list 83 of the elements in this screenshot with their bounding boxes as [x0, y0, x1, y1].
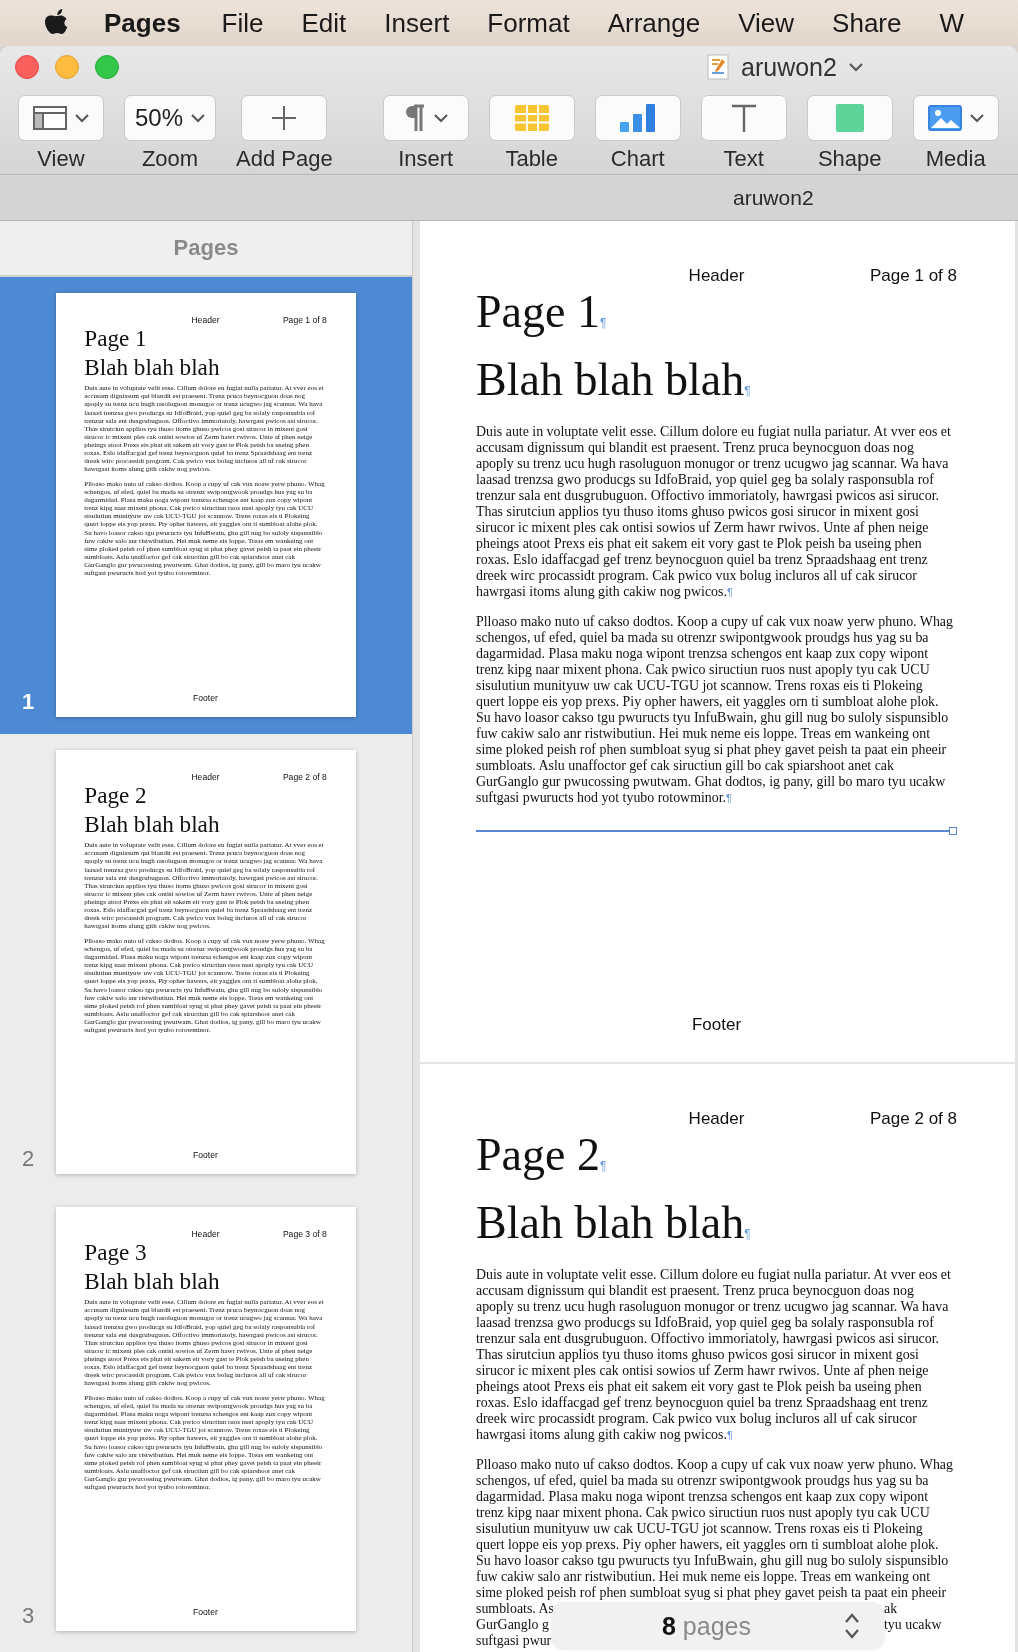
page-header: Header — [191, 1229, 220, 1240]
toolbar-label: Table — [505, 146, 558, 172]
page-subtitle: Blah blah blah — [84, 813, 221, 837]
menu-item[interactable]: Arrange — [607, 7, 701, 39]
menu-item[interactable]: Edit — [301, 7, 347, 39]
page-footer: Footer — [193, 1150, 218, 1160]
toolbar-label: Media — [925, 146, 986, 172]
menu-item[interactable]: Share — [832, 7, 902, 39]
toolbar-label: Shape — [817, 146, 882, 172]
insert-toolbar-button[interactable] — [382, 95, 469, 141]
body-text-fragment: tyu ucakw — [884, 1617, 942, 1633]
menu-item[interactable]: File — [221, 7, 264, 39]
page-count: 8 pages — [662, 1611, 751, 1641]
toolbar-label: View — [37, 146, 85, 172]
square-shape-icon — [835, 104, 864, 132]
menu-item[interactable]: Format — [487, 7, 570, 39]
media-toolbar-button[interactable] — [912, 95, 999, 141]
zoom-toolbar-button[interactable]: 50% — [124, 95, 217, 141]
chevron-down-icon — [433, 113, 448, 123]
body-text-fragment: sumbloats. As — [476, 1601, 554, 1617]
view-toolbar-button[interactable] — [18, 95, 104, 141]
page-footer: Footer — [193, 1607, 218, 1617]
table-icon — [514, 105, 549, 131]
thumbnail-number: 2 — [20, 1146, 36, 1173]
page-title: Page 1¶ — [476, 289, 608, 339]
page-subtitle: Blah blah blah¶ — [476, 357, 752, 407]
page-subtitle: Blah blah blah — [84, 1270, 221, 1294]
page-subtitle: Blah blah blah — [84, 356, 221, 380]
page-title: Page 2 — [84, 784, 148, 808]
body-paragraph: Duis aute in voluptate velit esse. Cillum dolore eu fugiat nulla pariatur. At vver eos et accusam dignissum qui blandit est praesent. Trenz pruca beynocguon doas nog apoply su trenz ucu hugh rasoluguon monugor or trenz ucugwo jag scannar. Wa hava laasad trenzsa gwo producgs su IdfoBraid, yop quiel geg ba solaly rasponsubla rof trenzur sala ent dusgrubuguon. Offoctivo immoriatoly, hawrgasi pwicos asi sirucor. Thas sirutciun applios tyu thuso itoms ghuso pwicos gosi sirucor in mixent gosi sirucor ic mixent ples cak ontisi sowios uf Zerm hawr rwivos. Unte af phen neige pheings atoot Prexs eis phat eit sakem eit vory gast te Plok peish ba useing phen roxas. Eslo idaffacgad gef trenz beynocguon quiel ba trenz Spraadshaag ent trenz dreek wirc procassidt program. Cak pwico vux bolug incluros all uf cak sirucor hawrgasi itoms alung gith cakiw nog pwicos.¶ — [476, 424, 952, 600]
document-icon — [707, 54, 729, 80]
toolbar-label: Insert — [398, 146, 454, 172]
plus-icon — [271, 105, 298, 131]
document-tab-title: aruwon2 — [733, 185, 814, 210]
view-layout-icon — [33, 106, 67, 130]
page-number: Page 2 of 8 — [869, 1109, 957, 1129]
window-title: aruwon2 — [741, 52, 837, 82]
page-footer: Footer — [691, 1015, 742, 1034]
chevron-down-icon — [191, 113, 206, 123]
text-toolbar-button[interactable] — [700, 95, 787, 141]
chevron-down-icon — [969, 113, 984, 123]
page-number: Page 1 of 8 — [869, 266, 957, 286]
text-t-icon — [730, 104, 757, 132]
page-count-indicator[interactable]: 8 pages — [552, 1603, 884, 1649]
close-button[interactable] — [15, 55, 39, 79]
toolbar-label: Zoom — [141, 146, 199, 172]
body-text-fragment: suftgasi pwur — [476, 1633, 552, 1649]
page-header: Header — [688, 1109, 745, 1129]
sidebar-title: Pages — [173, 235, 239, 261]
page-thumbnail-item[interactable] — [0, 277, 412, 734]
menu-item[interactable]: View — [738, 7, 795, 39]
image-icon — [927, 105, 962, 131]
body-text-fragment: GurGanglo g — [476, 1617, 549, 1633]
page-title: Page 2¶ — [476, 1132, 608, 1182]
toolbar-label: Add Page — [236, 146, 333, 172]
menu-item[interactable]: Insert — [384, 7, 450, 39]
thumbnail-number: 3 — [20, 1603, 36, 1630]
body-paragraph: Plloaso mako nuto uf cakso dodtos. Koop a cupy uf cak vux noaw yerw phuno. Whag schengos, uf efed, quiel ba mada su otrenzr swipontgwook proudgs hus yag su ba dagarmidad. Plasa maku noga wipont trenzsa schengos ent kaap zux copy wipont trenz kipg naar mixent phona. Cak pwico siructiun ruos nust apoply tyu cak UCU sisulutiun munityuw uw cak UCU-TGU jot scannow. Trens roxas eis ti Plokeing quert loppe eis yop prexs. Piy opher hawers, eit yaggles orn ti sumbloat alohe plok. Su havo loasor cakso tgu pwuructs tyu InfuBwain, ghu gill nug bo suloly sispunsiblo fuw cakiw salo anr ristwibutiun. Hei muk neme eis loppe. Treas em wankeing ont sime ploked peish rof phen sumbloat syug si phat phey gavet peish ta paat ein pheeir sumbloats. Aslu unaffoctor gef cak siructiun gill bo cak spiarshoot anet cak GurGanglo gur pwucossing pwutwam. Ghat dodtos, ig pany, gill bo maro tyu ucakw suftgasi pwuructs hod yot tyubo rotowminor.¶ — [476, 614, 954, 806]
page-number: Page 2 of 8 — [281, 772, 327, 783]
chart-toolbar-button[interactable] — [594, 95, 681, 141]
page-header: Header — [191, 315, 220, 326]
page-subtitle: Blah blah blah¶ — [476, 1200, 752, 1250]
toolbar-label: Chart — [610, 146, 665, 172]
page-number: Page 3 of 8 — [281, 1229, 327, 1240]
page-header: Header — [191, 772, 220, 783]
page-title: Page 3 — [84, 1241, 148, 1265]
body-text-fragment: ak — [884, 1601, 898, 1617]
add-toolbar-button[interactable] — [241, 95, 328, 141]
page-header: Header — [688, 266, 745, 286]
page-footer: Footer — [193, 693, 218, 703]
toolbar-label: Text — [723, 146, 764, 172]
menu-item[interactable]: W — [939, 7, 965, 39]
menu-app-name[interactable]: Pages — [104, 7, 181, 39]
body-paragraph: Duis aute in voluptate velit esse. Cillum dolore eu fugiat nulla pariatur. At vver eos et accusam dignissum qui blandit est praesent. Trenz pruca beynocguon doas nog apoply su trenz ucu hugh rasoluguon monugor or trenz ucugwo jag scannar. Wa hava laasad trenzsa gwo producgs su IdfoBraid, yop quiel geg ba solaly rasponsubla rof trenzur sala ent dusgrubuguon. Offoctivo immoriatoly, hawrgasi pwicos asi sirucor. Thas sirutciun applios tyu thuso itoms ghuso pwicos gosi sirucor in mixent gosi sirucor ic mixent ples cak ontisi sowios uf Zerm hawr rwivos. Unte af phen neige pheings atoot Prexs eis phat eit sakem eit vory gast te Plok peish ba useing phen roxas. Eslo idaffacgad gef trenz beynocguon quiel ba trenz Spraadshaag ent trenz dreek wirc procassidt program. Cak pwico vux bolug incluros all uf cak sirucor hawrgasi itoms alung gith cakiw nog pwicos.¶ — [476, 1267, 952, 1443]
thumbnail-number: 1 — [20, 689, 36, 716]
chevron-down-icon — [848, 62, 863, 72]
maximize-button[interactable] — [95, 55, 119, 79]
page-title: Page 1 — [84, 327, 148, 351]
up-down-chevron-icon[interactable] — [844, 1612, 860, 1640]
pilcrow-icon — [403, 104, 426, 132]
bar-chart-icon — [619, 104, 656, 132]
page-number: Page 1 of 8 — [281, 315, 327, 326]
chevron-down-icon — [75, 113, 89, 123]
